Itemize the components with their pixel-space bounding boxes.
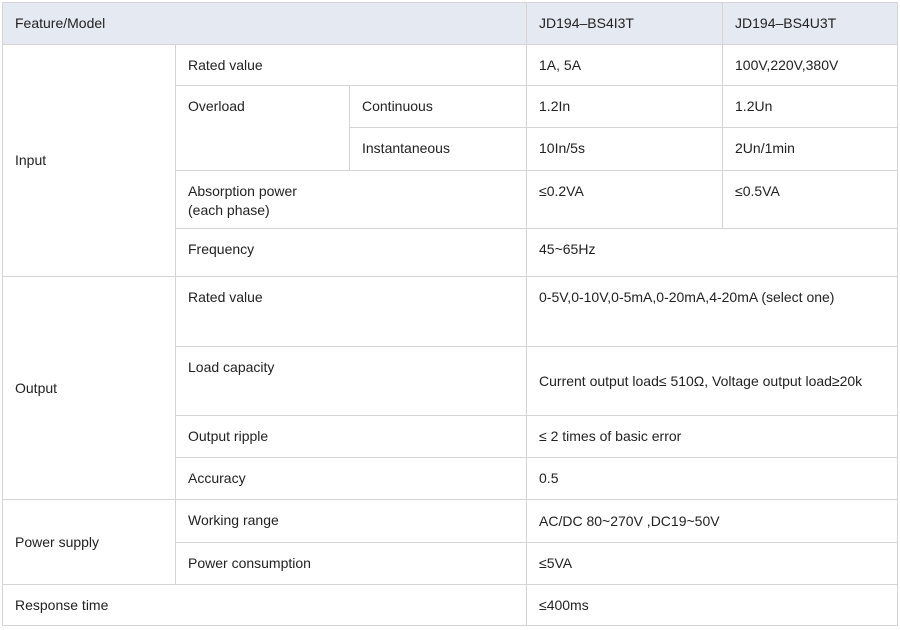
response-time-label: Response time [1, 584, 528, 626]
input-absorption-a: ≤0.2VA [526, 170, 724, 229]
input-overload-label: Overload [175, 85, 350, 171]
table-row: Output Rated value 0-5V,0-10V,0-5mA,0-20… [2, 276, 899, 500]
power-working-range: AC/DC 80~270V ,DC19~50V [526, 499, 899, 543]
output-rated-value: 0-5V,0-10V,0-5mA,0-20mA,4-20mA (select o… [526, 276, 899, 347]
input-frequency-label: Frequency [174, 228, 528, 277]
absorption-label-line2: (each phase) [188, 202, 270, 218]
response-time-value: ≤400ms [526, 584, 899, 626]
header-row: Feature/Model JD194–BS4I3T JD194–BS4U3T [1, 2, 899, 45]
input-absorption-b: ≤0.5VA [722, 170, 899, 229]
output-ripple: ≤ 2 times of basic error [526, 415, 899, 458]
output-load-capacity-label: Load capacity [174, 346, 528, 416]
table-row: Input Rated value 1A, 5A 100V,220V,380V [2, 44, 899, 277]
output-accuracy-label: Accuracy [174, 457, 528, 500]
output-ripple-label: Output ripple [174, 415, 528, 458]
input-rated-value-label: Rated value [174, 44, 528, 86]
header-feature-model: Feature/Model [1, 2, 528, 45]
group-input: Input [2, 44, 176, 277]
input-overload-instantaneous-a: 10In/5s [526, 127, 724, 171]
table-row: Power supply Working range AC/DC 80~270V… [2, 499, 899, 585]
power-consumption: ≤5VA [526, 542, 899, 585]
input-absorption-label: Absorption power (each phase) [174, 170, 528, 229]
input-overload-instantaneous-b: 2Un/1min [722, 127, 899, 171]
group-power-supply: Power supply [2, 499, 176, 585]
spec-table: Feature/Model JD194–BS4I3T JD194–BS4U3T … [1, 2, 899, 626]
input-rated-value-a: 1A, 5A [526, 44, 724, 86]
output-rated-value-label: Rated value [174, 276, 528, 347]
spec-sheet: Feature/Model JD194–BS4I3T JD194–BS4U3T … [0, 0, 900, 630]
absorption-label-line1: Absorption power [188, 183, 297, 199]
header-model-a: JD194–BS4I3T [526, 2, 724, 45]
group-output: Output [2, 276, 176, 500]
input-overload-continuous-b: 1.2Un [722, 85, 899, 128]
input-rated-value-b: 100V,220V,380V [722, 44, 899, 86]
input-overload-continuous-label: Continuous [348, 85, 528, 128]
input-frequency-value: 45~65Hz [526, 228, 899, 277]
input-overload-continuous-a: 1.2In [526, 85, 724, 128]
output-accuracy: 0.5 [526, 457, 899, 500]
power-working-range-label: Working range [174, 499, 528, 543]
header-model-b: JD194–BS4U3T [722, 2, 899, 45]
input-overload-instantaneous-label: Instantaneous [348, 127, 528, 171]
power-consumption-label: Power consumption [174, 542, 528, 585]
table-row: Response time ≤400ms [1, 584, 899, 626]
output-load-capacity: Current output load≤ 510Ω, Voltage outpu… [526, 346, 899, 416]
